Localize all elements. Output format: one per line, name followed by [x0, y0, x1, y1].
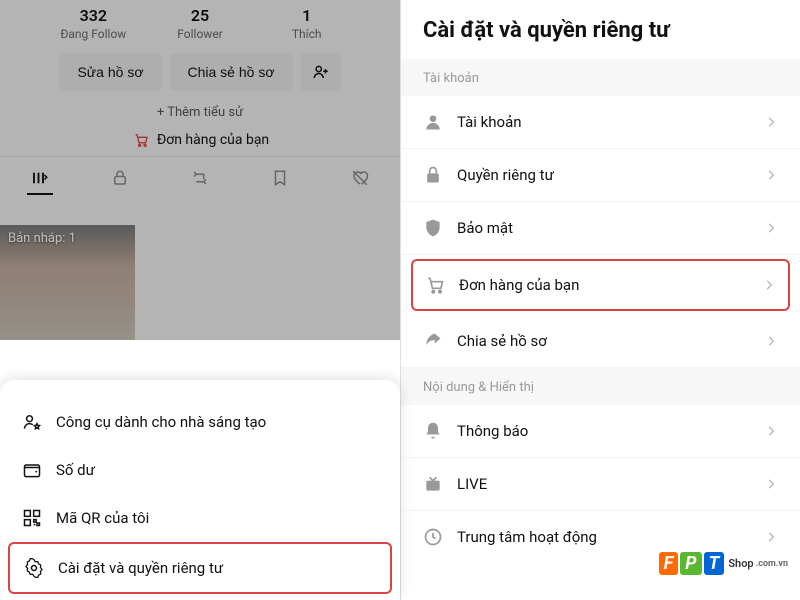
- chevron-right-icon: [764, 530, 778, 544]
- stat-following[interactable]: 332 Đang Follow: [40, 6, 147, 41]
- your-orders-link[interactable]: Đơn hàng của bạn: [0, 124, 400, 156]
- stat-label: Đang Follow: [40, 27, 147, 41]
- chevron-right-icon: [764, 168, 778, 182]
- shield-icon: [423, 218, 443, 238]
- item-label: Thông báo: [457, 422, 528, 440]
- stats-row: 332 Đang Follow 25 Follower 1 Thích: [0, 0, 400, 43]
- edit-profile-button[interactable]: Sửa hồ sơ: [59, 53, 161, 91]
- stat-label: Thích: [253, 27, 360, 41]
- tab-grid[interactable]: [31, 169, 49, 187]
- chevron-right-icon: [764, 334, 778, 348]
- share-icon: [423, 331, 443, 351]
- person-star-icon: [22, 412, 42, 432]
- settings-live[interactable]: LIVE: [401, 458, 800, 511]
- cart-icon: [131, 130, 151, 150]
- chevron-right-icon: [764, 477, 778, 491]
- sheet-settings-privacy[interactable]: Cài đặt và quyền riêng tư: [8, 542, 392, 594]
- add-friend-button[interactable]: [301, 53, 341, 91]
- share-profile-button[interactable]: Chia sẻ hồ sơ: [170, 53, 293, 91]
- settings-security[interactable]: Bảo mật: [401, 202, 800, 255]
- section-account-label: Tài khoản: [401, 59, 800, 96]
- item-label: Bảo mật: [457, 219, 513, 237]
- gear-icon: [24, 558, 44, 578]
- sheet-balance[interactable]: Số dư: [0, 446, 400, 494]
- item-label: Quyền riêng tư: [457, 166, 554, 184]
- watermark-p: P: [680, 552, 701, 575]
- bottom-sheet-menu: Công cụ dành cho nhà sáng tạo Số dư Mã Q…: [0, 380, 400, 600]
- tab-private[interactable]: [111, 169, 129, 187]
- stat-label: Follower: [147, 27, 254, 41]
- item-label: Trung tâm hoạt động: [457, 528, 597, 546]
- clock-icon: [423, 527, 443, 547]
- settings-title: Cài đặt và quyền riêng tư: [401, 0, 800, 59]
- lock-icon: [423, 165, 443, 185]
- profile-tabs: [0, 156, 400, 195]
- stat-value: 1: [253, 6, 360, 25]
- settings-account[interactable]: Tài khoản: [401, 96, 800, 149]
- stat-likes[interactable]: 1 Thích: [253, 6, 360, 41]
- watermark-t: T: [704, 552, 725, 575]
- profile-background: 332 Đang Follow 25 Follower 1 Thích Sửa …: [0, 0, 400, 340]
- sheet-item-label: Cài đặt và quyền riêng tư: [58, 559, 223, 577]
- antenna-icon: [423, 474, 443, 494]
- settings-your-orders[interactable]: Đơn hàng của bạn: [411, 259, 790, 311]
- qr-code-icon: [22, 508, 42, 528]
- settings-share-profile[interactable]: Chia sẻ hồ sơ: [401, 315, 800, 368]
- stat-followers[interactable]: 25 Follower: [147, 6, 254, 41]
- person-icon: [423, 112, 443, 132]
- item-label: Tài khoản: [457, 113, 522, 131]
- chevron-right-icon: [764, 424, 778, 438]
- cart-icon: [425, 275, 445, 295]
- settings-notifications[interactable]: Thông báo: [401, 405, 800, 458]
- watermark-logo: F P T Shop .com.vn: [659, 552, 788, 575]
- sheet-qr-code[interactable]: Mã QR của tôi: [0, 494, 400, 542]
- chevron-right-icon: [762, 278, 776, 292]
- wallet-icon: [22, 460, 42, 480]
- bell-icon: [423, 421, 443, 441]
- watermark-domain: .com.vn: [756, 559, 788, 569]
- sheet-creator-tools[interactable]: Công cụ dành cho nhà sáng tạo: [0, 398, 400, 446]
- watermark-shop: Shop: [728, 557, 753, 570]
- section-content-label: Nội dung & Hiển thị: [401, 368, 800, 405]
- item-label: Chia sẻ hồ sơ: [457, 332, 547, 350]
- tab-liked[interactable]: [351, 169, 369, 187]
- draft-thumbnail[interactable]: Bản nháp: 1: [0, 225, 135, 340]
- profile-panel: 332 Đang Follow 25 Follower 1 Thích Sửa …: [0, 0, 400, 600]
- tab-repost[interactable]: [191, 169, 209, 187]
- draft-label: Bản nháp: 1: [0, 225, 135, 252]
- orders-link-label: Đơn hàng của bạn: [157, 132, 269, 148]
- chevron-right-icon: [764, 221, 778, 235]
- profile-actions: Sửa hồ sơ Chia sẻ hồ sơ: [0, 43, 400, 101]
- sheet-item-label: Số dư: [56, 461, 95, 479]
- add-bio-link[interactable]: + Thêm tiểu sử: [0, 101, 400, 124]
- item-label: LIVE: [457, 475, 487, 493]
- sheet-item-label: Công cụ dành cho nhà sáng tạo: [56, 413, 266, 431]
- watermark-f: F: [659, 552, 679, 575]
- settings-privacy[interactable]: Quyền riêng tư: [401, 149, 800, 202]
- settings-panel: Cài đặt và quyền riêng tư Tài khoản Tài …: [400, 0, 800, 600]
- stat-value: 332: [40, 6, 147, 25]
- tab-saved[interactable]: [271, 169, 289, 187]
- chevron-right-icon: [764, 115, 778, 129]
- add-friend-icon: [311, 62, 331, 82]
- item-label: Đơn hàng của bạn: [459, 276, 579, 294]
- stat-value: 25: [147, 6, 254, 25]
- sheet-item-label: Mã QR của tôi: [56, 509, 149, 527]
